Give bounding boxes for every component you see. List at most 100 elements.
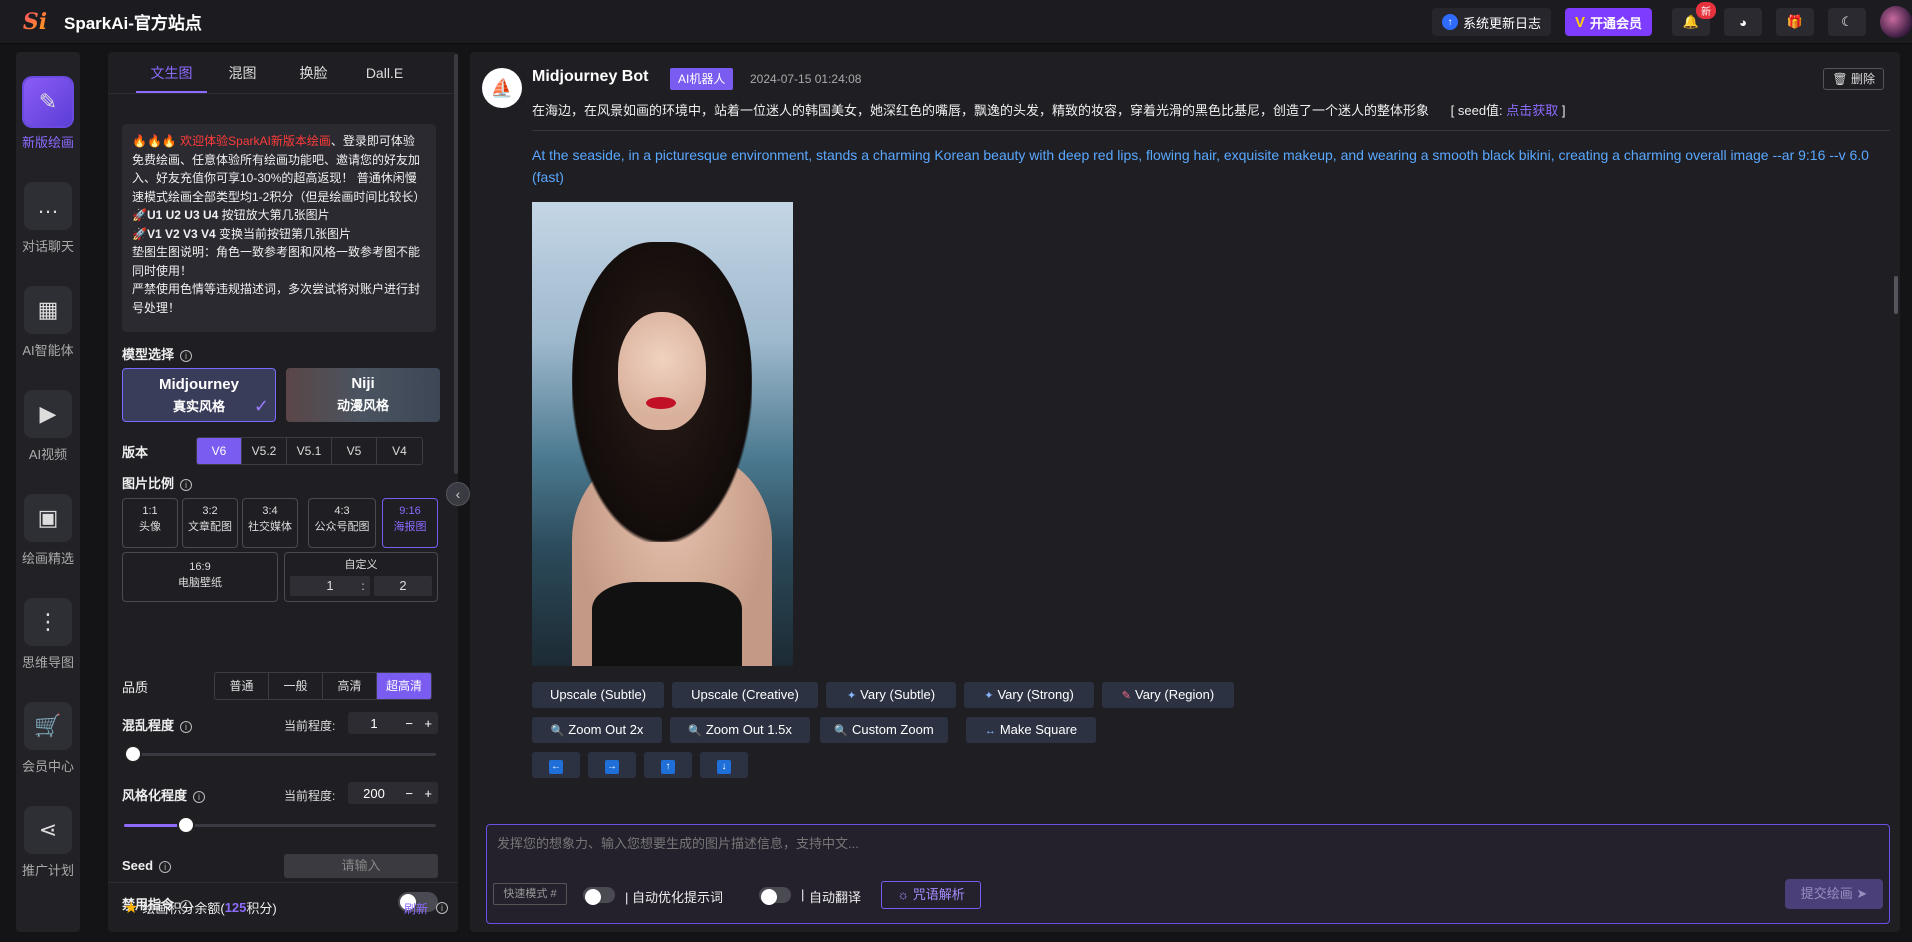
zoom-out-1-5x-button[interactable]: 🔍 Zoom Out 1.5x [670,717,810,743]
slider-handle[interactable] [177,816,196,834]
info-icon[interactable]: i [193,791,206,803]
nav-item-cart[interactable]: 🛒 会员中心 [16,702,80,775]
ratio-3-2[interactable]: 3:2 文章配图 [182,498,238,548]
nav-item-gallery[interactable]: ▣ 绘画精选 [16,494,80,567]
vip-button[interactable]: V 开通会员 [1564,8,1652,36]
chaos-slider[interactable] [124,745,436,763]
nav-item-chat-bubble[interactable]: … 对话聊天 [16,182,80,255]
pan-right-button[interactable]: → [588,752,636,778]
version-v5-1[interactable]: V5.1 [287,438,332,464]
logo[interactable]: Si SparkAi-官方站点 [18,7,202,37]
tab-face-swap[interactable]: 换脸 [278,52,349,93]
info-icon[interactable]: i [180,721,193,733]
ratio-16-9[interactable]: 16:9 电脑壁纸 [122,552,278,602]
minus-icon[interactable]: − [405,716,413,731]
nav-item-paint-brush[interactable]: ✎ 新版绘画 [16,78,80,151]
prompt-chinese: 在海边，在风景如画的环境中，站着一位迷人的韩国美女，她深红色的嘴唇，飘逸的头发，… [532,100,1566,119]
upscale-subtle-button[interactable]: Upscale (Subtle) [532,682,664,708]
delete-button[interactable]: 🗑 删除 [1823,68,1884,90]
ratio-1-1[interactable]: 1:1 头像 [122,498,178,548]
prompt-cn-text: 在海边，在风景如画的环境中，站着一位迷人的韩国美女，她深红色的嘴唇，飘逸的头发，… [532,103,1430,118]
minus-icon[interactable]: − [405,786,413,801]
speed-mode-tag[interactable]: 快速模式 # [493,883,567,905]
plus-icon[interactable]: + [424,786,432,801]
vary-strong-button[interactable]: ✦ Vary (Strong) [964,682,1094,708]
arrow-left-icon: ← [549,760,563,774]
quality-general[interactable]: 一般 [269,673,323,699]
zoom-out-2x-button[interactable]: 🔍 Zoom Out 2x [532,717,662,743]
auto-optimize-toggle[interactable] [583,887,615,905]
version-v4[interactable]: V4 [377,438,422,464]
mindmap-icon: ⋮ [24,598,72,646]
info-icon[interactable]: i [180,350,193,362]
update-log-label: 系统更新日志 [1462,15,1541,31]
pan-left-button[interactable]: ← [532,752,580,778]
stylize-slider[interactable] [124,816,436,834]
pan-up-button[interactable]: ↑ [644,752,692,778]
version-v5-2[interactable]: V5.2 [242,438,287,464]
nav-item-video[interactable]: ▶ AI视频 [16,390,80,463]
model-name: Midjourney [158,376,239,393]
top-bar: Si SparkAi-官方站点 ↑ 系统更新日志 V 开通会员 🔔 新 ◕ 🎁 … [0,0,1912,44]
stylize-stepper[interactable]: 200 − + [348,782,438,804]
nav-label: 思维导图 [21,655,74,670]
main-scrollbar[interactable] [1894,276,1898,314]
tab-dalle[interactable]: Dall.E [349,52,420,93]
nav-item-mindmap[interactable]: ⋮ 思维导图 [16,598,80,671]
version-v5[interactable]: V5 [332,438,377,464]
info-icon[interactable]: i [159,861,172,873]
model-style: 真实风格 [172,399,225,414]
nav-item-grid-apps[interactable]: ▦ AI智能体 [16,286,80,359]
nav-item-share[interactable]: ⋖ 推广计划 [16,806,80,879]
ratio-desc: 社交媒体 [248,521,292,533]
credits-value: 125 [224,900,247,915]
quality-normal[interactable]: 普通 [215,673,269,699]
notice-u-buttons: 🚀U1 U2 U3 U4 [132,208,219,222]
share-icon: ⋖ [24,806,72,854]
slider-handle[interactable] [124,745,142,763]
auto-translate-toggle[interactable] [759,887,791,905]
refresh-link[interactable]: 刷新 [404,900,428,917]
notice-v-desc: 变换当前按钮第几张图片 [215,226,351,241]
plus-icon[interactable]: + [424,716,432,731]
quality-high[interactable]: 高清 [323,673,377,699]
magic-wand-icon: ✦ [846,690,857,702]
panel-scrollbar[interactable] [454,54,458,474]
custom-height-input[interactable]: 2 [374,576,432,596]
prompt-composer[interactable]: 发挥您的想象力、输入您想要生成的图片描述信息，支持中文... 快速模式 # | … [486,824,1890,924]
pan-down-button[interactable]: ↓ [700,752,748,778]
version-v6[interactable]: V6 [197,438,242,464]
nav-label: 对话聊天 [21,239,74,254]
nav-label: AI视频 [28,447,68,462]
ratio-4-3[interactable]: 4:3 公众号配图 [308,498,376,548]
ratio-9-16[interactable]: 9:16 海报图 [382,498,438,548]
user-avatar[interactable] [1880,6,1912,38]
make-square-button[interactable]: ↔ Make Square [966,717,1096,743]
collapse-panel-button[interactable]: ‹ [446,482,470,506]
theme-toggle-button[interactable]: ☾ [1828,8,1866,36]
update-log-button[interactable]: ↑ 系统更新日志 [1431,8,1551,36]
info-icon[interactable]: i [436,902,448,914]
vary-region-button[interactable]: ✎ Vary (Region) [1102,682,1234,708]
seed-input[interactable]: 请输入 [284,854,438,878]
gift-button[interactable]: 🎁 [1776,8,1814,36]
chaos-stepper[interactable]: 1 − + [348,712,438,734]
get-seed-link[interactable]: 点击获取 [1506,103,1558,118]
vary-subtle-button[interactable]: ✦ Vary (Subtle) [826,682,956,708]
prompt-input[interactable]: 发挥您的想象力、输入您想要生成的图片描述信息，支持中文... [497,833,859,852]
generated-image[interactable] [532,202,793,666]
tab-blend[interactable]: 混图 [207,52,278,93]
submit-button[interactable]: 提交绘画 ➤ [1785,879,1883,909]
notification-button[interactable]: 🔔 新 [1672,2,1716,36]
ratio-3-4[interactable]: 3:4 社交媒体 [242,498,298,548]
model-niji[interactable]: Niji 动漫风格 [286,368,440,422]
settings-panel: 文生图 混图 换脸 Dall.E 🔥🔥🔥 欢迎体验SparkAI新版本绘画、登录… [108,52,458,932]
quality-ultra[interactable]: 超高清 [377,673,431,699]
info-icon[interactable]: i [180,479,193,491]
spell-parse-button[interactable]: ☼ 咒语解析 [881,881,981,909]
wechat-button[interactable]: ◕ [1724,8,1762,36]
upscale-creative-button[interactable]: Upscale (Creative) [672,682,818,708]
tab-text-to-image[interactable]: 文生图 [136,52,207,93]
model-midjourney[interactable]: Midjourney 真实风格 ✓ [122,368,276,422]
custom-zoom-button[interactable]: 🔍 Custom Zoom [820,717,948,743]
